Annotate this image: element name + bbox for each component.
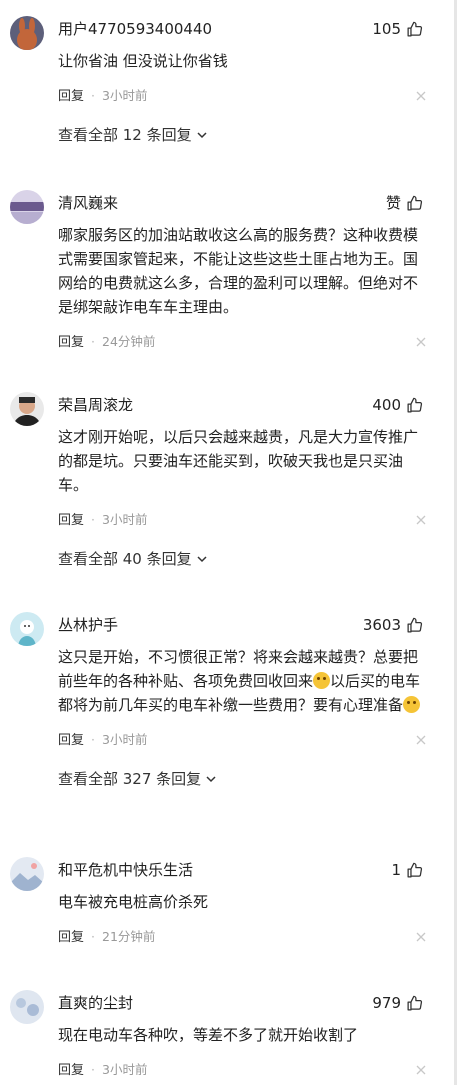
separator: · — [91, 512, 95, 527]
like-button[interactable]: 赞 — [386, 190, 423, 216]
avatar[interactable] — [10, 857, 44, 891]
smirk-emoji — [403, 696, 421, 713]
like-count: 400 — [372, 396, 401, 414]
thumbs-up-icon — [407, 21, 423, 37]
view-all-replies-label: 查看全部 327 条回复 — [58, 770, 202, 788]
laughing-tears-emoji — [313, 672, 331, 689]
like-button[interactable]: 400 — [372, 392, 423, 418]
thumbs-up-icon — [407, 195, 423, 211]
close-icon[interactable] — [415, 90, 427, 102]
reply-button[interactable]: 回复 — [58, 513, 84, 528]
comment-text: 电车被充电桩高价杀死 — [58, 893, 209, 911]
avatar[interactable] — [10, 990, 44, 1024]
view-all-replies-label: 查看全部 12 条回复 — [58, 126, 192, 144]
chevron-down-icon — [197, 131, 207, 138]
chevron-down-icon — [206, 775, 216, 782]
like-count: 1 — [391, 861, 401, 879]
comment-text: 这才刚开始呢，以后只会越来越贵，凡是大力宣传推广的都是坑。只要油车还能买到，吹破… — [58, 428, 419, 494]
comment-item: 用户4770593400440 105 让你省油 但没说让你省钱 回复 · 3小时前… — [0, 16, 457, 145]
username[interactable]: 和平危机中快乐生活 — [58, 861, 193, 879]
like-count: 105 — [372, 20, 401, 38]
comment-item: 清风巍来 赞 哪家服务区的加油站敢收这么高的服务费？这种收费模式需要国家管起来，… — [0, 190, 457, 352]
thumbs-up-icon — [407, 995, 423, 1011]
username[interactable]: 用户4770593400440 — [58, 20, 212, 38]
reply-button[interactable]: 回复 — [58, 733, 84, 748]
reply-button[interactable]: 回复 — [58, 1063, 84, 1078]
timestamp: 3小时前 — [102, 1062, 148, 1077]
separator: · — [91, 929, 95, 944]
like-button[interactable]: 979 — [372, 990, 423, 1016]
separator: · — [91, 88, 95, 103]
separator: · — [91, 1062, 95, 1077]
comment-feed: 用户4770593400440 105 让你省油 但没说让你省钱 回复 · 3小时前… — [0, 0, 457, 1085]
timestamp: 3小时前 — [102, 732, 148, 747]
view-all-replies-button[interactable]: 查看全部 12 条回复 — [58, 124, 208, 145]
username[interactable]: 荣昌周滚龙 — [58, 396, 133, 414]
timestamp: 3小时前 — [102, 88, 148, 103]
view-all-replies-label: 查看全部 40 条回复 — [58, 550, 192, 568]
timestamp: 24分钟前 — [102, 334, 156, 349]
comment-text: 让你省油 但没说让你省钱 — [58, 52, 228, 70]
comment-text: 现在电动车各种吹，等差不多了就开始收割了 — [58, 1026, 359, 1044]
close-icon[interactable] — [415, 514, 427, 526]
like-count: 979 — [372, 994, 401, 1012]
close-icon[interactable] — [415, 1064, 427, 1076]
username[interactable]: 直爽的尘封 — [58, 994, 133, 1012]
thumbs-up-icon — [407, 862, 423, 878]
separator: · — [91, 334, 95, 349]
avatar[interactable] — [10, 16, 44, 50]
avatar[interactable] — [10, 190, 44, 224]
timestamp: 21分钟前 — [102, 929, 156, 944]
comment-item: 丛林护手 3603 这只是开始，不习惯很正常？将来会越来越贵？总要把前些年的各种… — [0, 612, 457, 789]
comment-text: 这只是开始，不习惯很正常？将来会越来越贵？总要把前些年的各种补贴、各项免费回收回… — [58, 645, 421, 717]
like-count: 赞 — [385, 194, 401, 212]
like-count: 3603 — [362, 616, 401, 634]
like-button[interactable]: 1 — [391, 857, 423, 883]
comment-item: 荣昌周滚龙 400 这才刚开始呢，以后只会越来越贵，凡是大力宣传推广的都是坑。只… — [0, 392, 457, 569]
username[interactable]: 丛林护手 — [58, 616, 118, 634]
close-icon[interactable] — [415, 734, 427, 746]
reply-button[interactable]: 回复 — [58, 335, 84, 350]
comment-item: 和平危机中快乐生活 1 电车被充电桩高价杀死 回复 · 21分钟前 — [0, 857, 457, 947]
thumbs-up-icon — [407, 397, 423, 413]
chevron-down-icon — [197, 555, 207, 562]
timestamp: 3小时前 — [102, 512, 148, 527]
avatar[interactable] — [10, 612, 44, 646]
username[interactable]: 清风巍来 — [58, 194, 118, 212]
view-all-replies-button[interactable]: 查看全部 40 条回复 — [58, 548, 208, 569]
reply-button[interactable]: 回复 — [58, 930, 84, 945]
like-button[interactable]: 3603 — [363, 612, 423, 638]
like-button[interactable]: 105 — [372, 16, 423, 42]
close-icon[interactable] — [415, 931, 427, 943]
separator: · — [91, 732, 95, 747]
reply-button[interactable]: 回复 — [58, 89, 84, 104]
view-all-replies-button[interactable]: 查看全部 327 条回复 — [58, 768, 217, 789]
comment-text: 哪家服务区的加油站敢收这么高的服务费？这种收费模式需要国家管起来，不能让这些这些… — [58, 226, 419, 316]
avatar[interactable] — [10, 392, 44, 426]
comment-item: 直爽的尘封 979 现在电动车各种吹，等差不多了就开始收割了 回复 · 3小时前 — [0, 990, 457, 1080]
close-icon[interactable] — [415, 336, 427, 348]
thumbs-up-icon — [407, 617, 423, 633]
